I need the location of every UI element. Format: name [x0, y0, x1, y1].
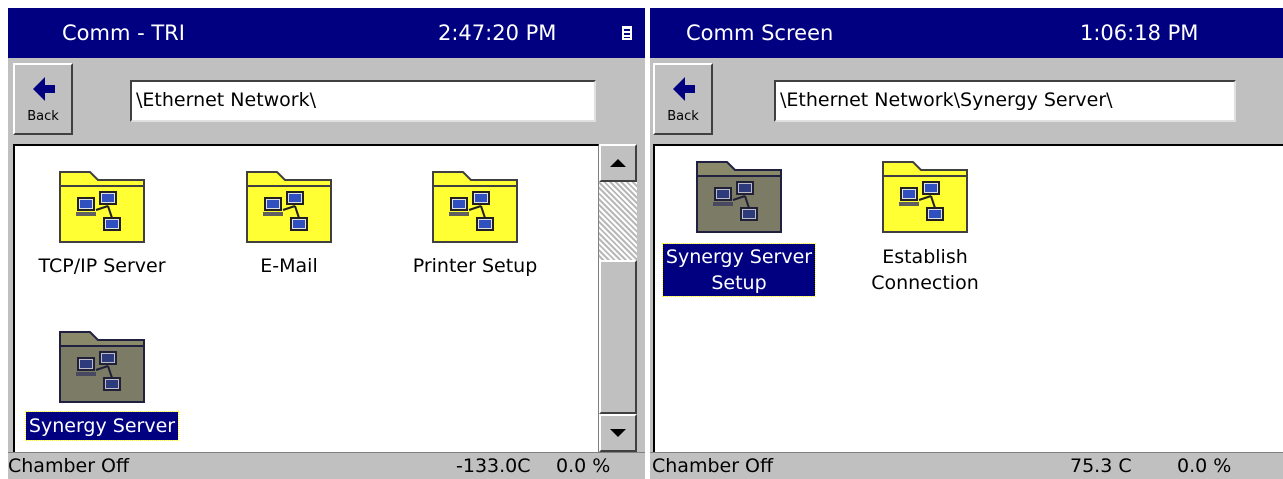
folder-item-tcpip-server[interactable]: TCP/IP Server [17, 166, 187, 280]
scroll-track[interactable] [599, 182, 637, 260]
folder-view: Synergy Server Setup Establish Connectio… [653, 144, 1283, 452]
path-field[interactable]: \Ethernet Network\Synergy Server\ [774, 80, 1236, 122]
folder-label: TCP/IP Server [38, 255, 166, 277]
path-field[interactable]: \Ethernet Network\ [130, 80, 596, 122]
folder-item-email[interactable]: E-Mail [204, 166, 374, 280]
temperature-readout: 75.3 C [1070, 455, 1132, 477]
network-folder-icon [56, 326, 148, 406]
chamber-status: Chamber Off [652, 455, 774, 477]
network-folder-icon [56, 166, 148, 246]
network-folder-icon [243, 166, 335, 246]
back-arrow-icon [33, 77, 55, 101]
folder-label: E-Mail [260, 255, 318, 277]
folder-item-printer-setup[interactable]: Printer Setup [390, 166, 560, 280]
folder-item-establish-connection[interactable]: Establish Connection [840, 156, 1010, 296]
title-bar: Comm - TRI 2:47:20 PM [8, 8, 645, 58]
window-title: Comm - TRI [62, 21, 185, 45]
scroll-down-icon [610, 429, 626, 437]
folder-label-line2: Setup [711, 272, 767, 294]
scroll-thumb[interactable] [599, 260, 637, 414]
title-bar: Comm Screen 1:06:18 PM [650, 8, 1283, 58]
scroll-down-button[interactable] [599, 414, 637, 452]
scroll-up-icon [610, 159, 626, 167]
back-arrow-icon [673, 77, 695, 101]
status-bar: Chamber Off -133.0C 0.0 % [8, 452, 645, 479]
percent-readout: 0.0 % [556, 455, 611, 477]
status-bar: Chamber Off 75.3 C 0.0 % [650, 452, 1283, 479]
folder-label-line2: Connection [871, 272, 979, 294]
back-button[interactable]: Back [13, 63, 73, 135]
back-button-label: Back [667, 109, 699, 124]
percent-readout: 0.0 % [1177, 455, 1232, 477]
vertical-scrollbar[interactable] [599, 144, 637, 452]
scroll-up-button[interactable] [599, 144, 637, 182]
window-title: Comm Screen [686, 21, 834, 45]
folder-label: Establish Connection [868, 244, 982, 296]
clock: 2:47:20 PM [438, 21, 557, 45]
folder-label-line1: Synergy Server [665, 246, 813, 268]
folder-view: TCP/IP Server E-Mail Printer Setup Syner… [13, 144, 599, 452]
comm-screen-window: Comm Screen 1:06:18 PM Back \Ethernet Ne… [650, 8, 1283, 479]
comm-tri-window: Comm - TRI 2:47:20 PM Back \Ethernet Net… [8, 8, 645, 479]
keyboard-icon[interactable] [622, 26, 632, 40]
network-folder-icon [879, 156, 971, 236]
back-button[interactable]: Back [653, 63, 713, 135]
clock: 1:06:18 PM [1080, 21, 1199, 45]
chamber-status: Chamber Off [8, 455, 130, 477]
folder-item-synergy-server[interactable]: Synergy Server [17, 326, 187, 441]
network-folder-icon [693, 156, 785, 236]
network-folder-icon [429, 166, 521, 246]
folder-label: Synergy Server [24, 411, 180, 441]
folder-label: Synergy Server Setup [661, 243, 817, 297]
back-button-label: Back [27, 109, 59, 124]
folder-label: Printer Setup [412, 255, 538, 277]
folder-label-line1: Establish [882, 246, 968, 268]
folder-item-synergy-server-setup[interactable]: Synergy Server Setup [655, 156, 824, 297]
temperature-readout: -133.0C [456, 455, 531, 477]
